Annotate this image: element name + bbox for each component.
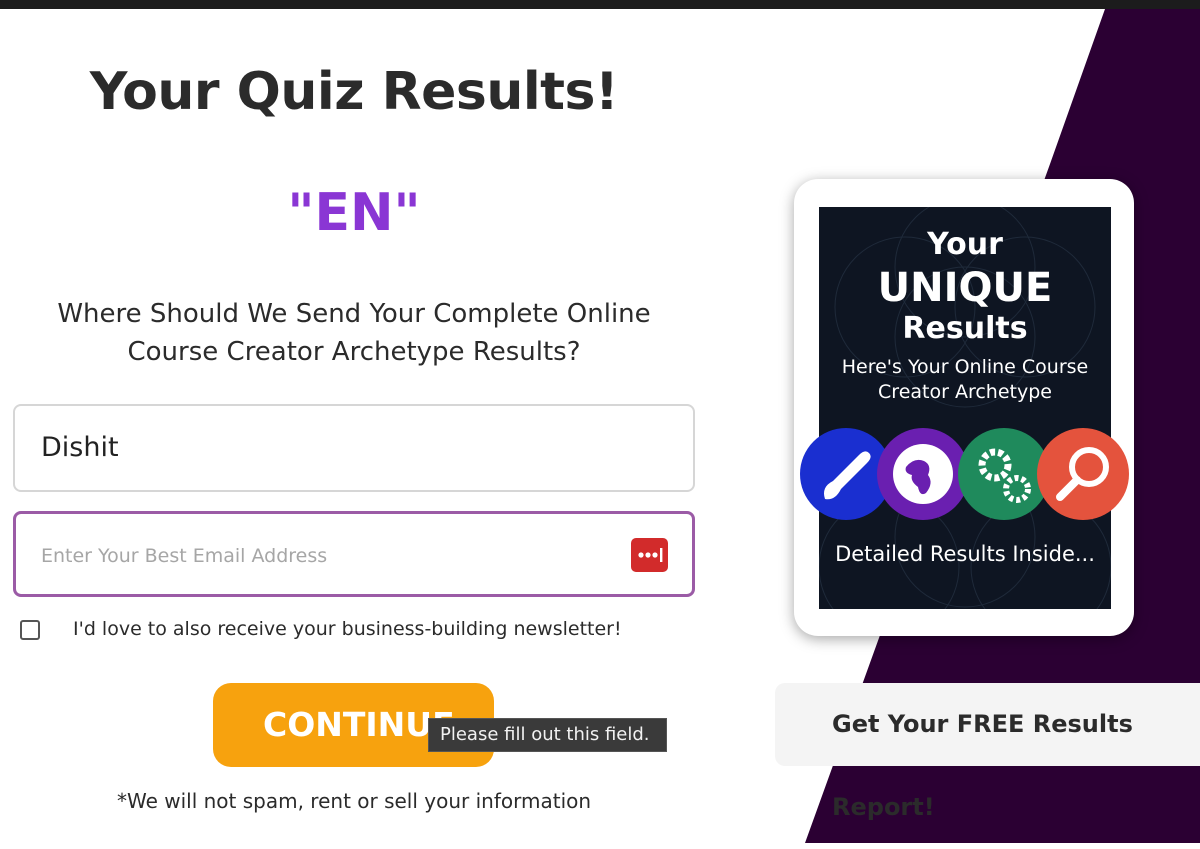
newsletter-checkbox[interactable]: [20, 620, 40, 640]
validation-tooltip: Please fill out this field.: [428, 718, 667, 752]
tablet-heading-unique: UNIQUE: [877, 265, 1053, 311]
tablet-mockup: Your UNIQUE Results Here's Your Online C…: [794, 179, 1134, 636]
tablet-heading-your: Your: [927, 227, 1003, 262]
tablet-footer: Detailed Results Inside...: [835, 542, 1095, 566]
name-field[interactable]: Dishit: [13, 404, 695, 492]
password-manager-icon[interactable]: [631, 538, 668, 572]
name-field-value: Dishit: [41, 432, 119, 463]
globe-icon: [876, 427, 970, 521]
email-field[interactable]: Enter Your Best Email Address: [13, 511, 695, 597]
newsletter-label[interactable]: I'd love to also receive your business-b…: [73, 618, 622, 640]
email-prompt-question: Where Should We Send Your Complete Onlin…: [57, 299, 651, 367]
tablet-screen: Your UNIQUE Results Here's Your Online C…: [819, 207, 1111, 609]
free-report-banner: Get Your FREE Results Report!: [775, 683, 1200, 821]
browser-top-bar: [0, 0, 1200, 9]
magnifier-icon: [1036, 427, 1130, 521]
tablet-subtitle: Here's Your Online Course Creator Archet…: [841, 356, 1089, 403]
result-code: "EN": [287, 183, 421, 243]
tablet-heading-results: Results: [902, 311, 1028, 346]
page-title: Your Quiz Results!: [89, 62, 619, 122]
email-field-placeholder: Enter Your Best Email Address: [41, 545, 328, 567]
privacy-disclaimer: *We will not spam, rent or sell your inf…: [116, 789, 592, 813]
